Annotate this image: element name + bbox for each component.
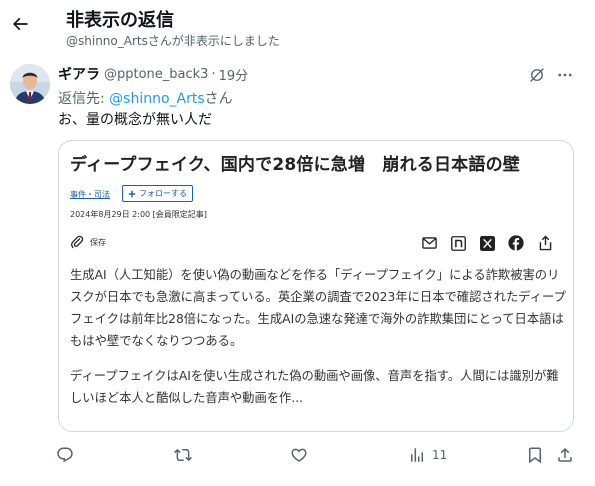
heart-icon [291, 448, 307, 462]
tweet-text: お、量の概念が無い人だ [58, 112, 212, 128]
views-icon [411, 448, 423, 462]
follow-button: フォローする [122, 185, 193, 202]
retweet-button[interactable] [174, 444, 192, 466]
grok-icon [530, 68, 544, 82]
share-icons [421, 233, 553, 253]
action-bar: 11 [0, 444, 595, 468]
header: 非表示の返信 @shinno_Artsさんが非表示にしました [0, 0, 595, 56]
page-subtitle: @shinno_Artsさんが非表示にしました [66, 34, 280, 48]
follow-label: フォローする [139, 189, 187, 198]
paperclip-icon [71, 235, 84, 249]
reply-button[interactable] [56, 444, 74, 466]
arrow-left-icon [12, 17, 28, 31]
reply-icon [57, 447, 73, 463]
views-count: 11 [432, 448, 448, 462]
avatar[interactable] [10, 64, 50, 104]
reply-handle-link[interactable]: @shinno_Arts [109, 91, 204, 107]
facebook-share [508, 235, 524, 251]
x-share [479, 235, 495, 251]
reply-suffix: さん [204, 91, 233, 107]
note-share [450, 235, 466, 251]
grok-button[interactable] [526, 64, 548, 86]
article-category-link: 事件・司法 [70, 190, 110, 199]
bookmark-icon [529, 447, 541, 464]
share-icon [539, 235, 551, 251]
share-icon [558, 447, 572, 462]
display-name[interactable]: ギアラ [58, 64, 100, 84]
share-button [537, 235, 553, 251]
mail-share [421, 235, 437, 251]
article-card[interactable]: ディープフェイク、国内で28倍に急増 崩れる日本語の壁 事件・司法 フォローする… [58, 140, 574, 432]
reply-prefix: 返信先: [58, 91, 110, 107]
retweet-icon [174, 448, 192, 462]
views-button[interactable]: 11 [408, 444, 447, 466]
timestamp[interactable]: 19分 [219, 65, 249, 84]
page-title: 非表示の返信 [66, 10, 174, 31]
more-button[interactable] [554, 64, 576, 86]
separator: · [211, 66, 216, 82]
article-body: 生成AI（人工知能）を使い偽の動画などを作る「ディープフェイク」による詐欺被害の… [70, 264, 566, 409]
reply-context: 返信先: @shinno_Artsさん [58, 88, 233, 108]
article-paragraph-2: ディープフェイクはAIを使い生成された偽の動画や画像、音声を指す。人間には識別が… [70, 369, 559, 405]
share-tweet-button[interactable] [556, 444, 574, 466]
tweet-meta: ギアラ @pptone_back3 · 19分 [58, 64, 248, 84]
save-label: 保存 [90, 237, 106, 247]
like-button[interactable] [290, 444, 308, 466]
plus-icon [128, 190, 136, 197]
note-icon [450, 235, 466, 251]
article-date: 2024年8月29日 2:00 [会員限定記事] [70, 210, 207, 219]
facebook-icon [508, 235, 524, 251]
avatar-image [10, 64, 50, 104]
more-icon [558, 73, 572, 77]
x-logo-icon [479, 235, 495, 251]
article-title: ディープフェイク、国内で28倍に急増 崩れる日本語の壁 [70, 155, 520, 175]
mail-icon [421, 237, 437, 249]
back-button[interactable] [4, 8, 36, 40]
user-handle[interactable]: @pptone_back3 [104, 67, 208, 82]
article-paragraph-1: 生成AI（人工知能）を使い偽の動画などを作る「ディープフェイク」による詐欺被害の… [70, 268, 566, 348]
bookmark-button[interactable] [526, 444, 544, 466]
save-button: 保存 [70, 233, 106, 251]
